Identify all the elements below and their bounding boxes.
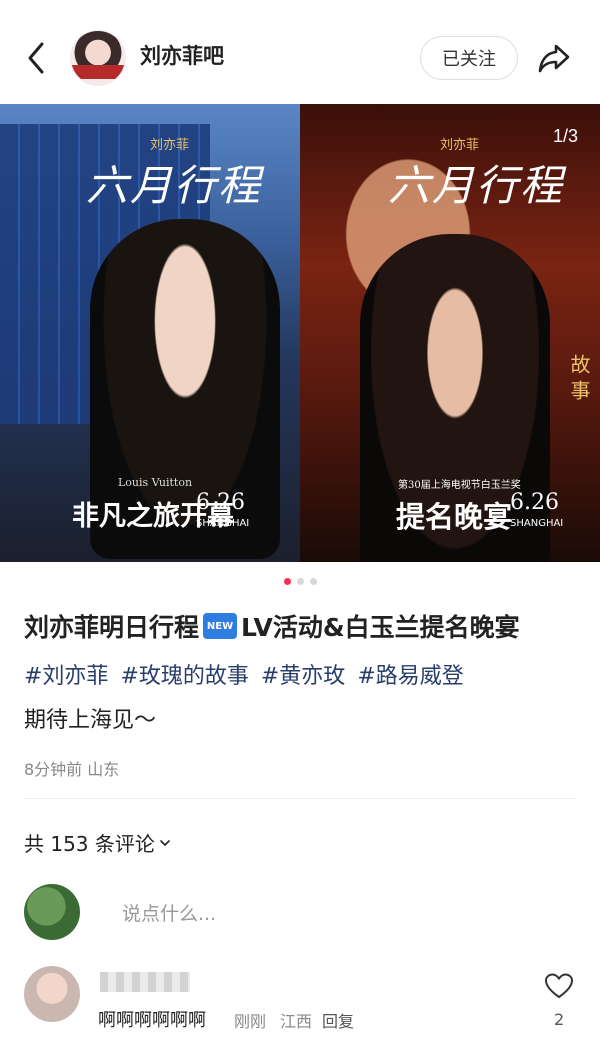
chevron-left-icon: [28, 42, 44, 74]
share-button[interactable]: [536, 40, 572, 76]
post-body: 期待上海见～: [24, 708, 157, 733]
forum-avatar[interactable]: [70, 30, 126, 86]
post-title-text-2: LV活动&白玉兰提名晚宴: [241, 613, 520, 642]
new-badge: NEW: [203, 613, 238, 639]
poster-script-title: 六月行程: [388, 161, 565, 210]
heart-icon[interactable]: [544, 972, 574, 1000]
post-tags: #刘亦菲 #玫瑰的故事 #黄亦玫 #路易威登: [24, 658, 464, 690]
carousel-dot[interactable]: [296, 578, 304, 585]
carousel-counter: 1/3: [552, 126, 578, 146]
comment-time: 刚刚: [234, 1012, 267, 1031]
poster-event-date: 6.26: [510, 490, 559, 515]
post-title: 刘亦菲明日行程 NEW LV活动&白玉兰提名晚宴: [24, 608, 520, 644]
post-meta: 8分钟前 山东: [24, 760, 120, 779]
comment-item: 啊啊啊啊啊啊 刚刚 江西 回复 2: [24, 966, 576, 1036]
divider: [24, 798, 576, 799]
reply-button[interactable]: 回复: [322, 1008, 354, 1032]
tag-link[interactable]: #黄亦玫: [261, 658, 345, 690]
follow-button[interactable]: 已关注: [420, 36, 518, 80]
poster-event-city: SHANGHAI: [196, 518, 250, 529]
poster-award-dinner[interactable]: 1/3 刘亦菲 六月行程 故事 第30届上海电视节白玉兰奖 提名晚宴 6.26 …: [300, 104, 600, 562]
image-carousel[interactable]: 刘亦菲 六月行程 Louis Vuitton 非凡之旅开幕 6.26 SHANG…: [0, 104, 600, 562]
comment-count-label: 共 153 条评论: [24, 832, 155, 856]
carousel-dot-active[interactable]: [283, 578, 291, 585]
poster-subtitle: 第30届上海电视节白玉兰奖: [398, 480, 521, 491]
commenter-name-obscured[interactable]: [100, 972, 190, 992]
current-user-avatar[interactable]: [24, 884, 80, 940]
share-icon: [538, 44, 570, 73]
poster-event-name: 提名晚宴: [396, 500, 513, 534]
poster-script-title: 六月行程: [86, 161, 263, 210]
comment-count-toggle[interactable]: 共 153 条评论: [24, 828, 171, 857]
comment-input[interactable]: 说点什么...: [100, 890, 570, 934]
carousel-indicator: [0, 578, 600, 585]
commenter-avatar[interactable]: [24, 966, 80, 1022]
tag-link[interactable]: #路易威登: [357, 658, 463, 690]
poster-brand: Louis Vuitton: [118, 476, 193, 489]
top-bar: 刘亦菲吧 已关注: [0, 0, 600, 104]
comment-location: 江西: [280, 1012, 313, 1031]
poster-event-date: 6.26: [196, 490, 245, 515]
avatar-banner: [71, 65, 125, 79]
poster-small-name: 刘亦菲: [150, 138, 190, 153]
back-button[interactable]: [20, 38, 54, 78]
poster-vertical-text: 故事: [567, 354, 591, 406]
poster-lv-event[interactable]: 刘亦菲 六月行程 Louis Vuitton 非凡之旅开幕 6.26 SHANG…: [0, 104, 300, 562]
poster-small-name: 刘亦菲: [440, 138, 480, 153]
post-title-text: 刘亦菲明日行程: [24, 613, 200, 642]
carousel-dot[interactable]: [309, 578, 317, 585]
like-count: 2: [554, 1010, 565, 1029]
comment-text: 啊啊啊啊啊啊: [98, 1010, 206, 1031]
chevron-down-icon: [160, 839, 170, 846]
poster-event-city: SHANGHAI: [510, 518, 564, 529]
tag-link[interactable]: #玫瑰的故事: [120, 658, 248, 690]
forum-title[interactable]: 刘亦菲吧: [140, 40, 224, 70]
tag-link[interactable]: #刘亦菲: [24, 658, 108, 690]
